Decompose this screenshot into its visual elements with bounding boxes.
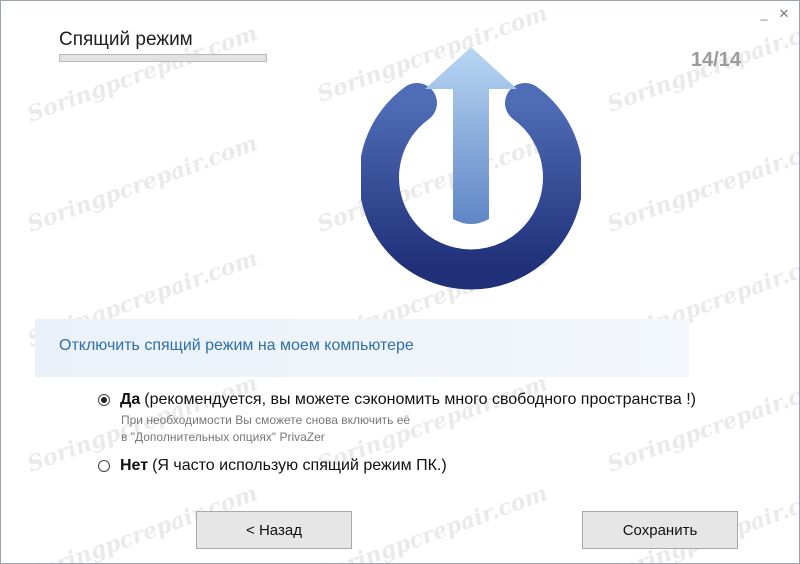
option-yes-hint-line1: При необходимости Вы сможете снова включ… [121,413,411,427]
section-band: Отключить спящий режим на моем компьютер… [35,319,689,377]
power-icon [361,47,581,290]
minimize-button[interactable]: _ [757,7,771,21]
watermark: Soringpcrepair.com [603,130,800,238]
option-yes-text: (рекомендуется, вы можете сэкономить мно… [144,391,696,408]
page-title: Спящий режим [59,29,193,50]
save-button[interactable]: Сохранить [582,511,738,549]
back-button[interactable]: < Назад [196,511,352,549]
option-no[interactable]: Нет (Я часто использую спящий режим ПК.) [98,457,447,475]
progress-bar [59,54,267,62]
close-button[interactable]: ✕ [777,7,791,21]
option-yes-hint-line2: в "Дополнительных опциях" PrivaZer [121,430,325,444]
section-heading: Отключить спящий режим на моем компьютер… [59,337,414,354]
progress-fill [60,55,266,61]
option-yes[interactable]: Да (рекомендуется, вы можете сэкономить … [98,391,696,409]
dialog-window: Soringpcrepair.com Soringpcrepair.com So… [0,0,800,564]
watermark: Soringpcrepair.com [603,370,800,478]
option-no-label: Нет [120,457,149,474]
radio-yes[interactable] [98,394,110,406]
option-yes-label: Да [120,391,141,408]
radio-no[interactable] [98,460,110,472]
step-counter: 14/14 [690,49,741,71]
watermark: Soringpcrepair.com [23,130,261,238]
option-no-text: (Я часто использую спящий режим ПК.) [152,457,447,474]
window-controls: _ ✕ [757,7,791,21]
